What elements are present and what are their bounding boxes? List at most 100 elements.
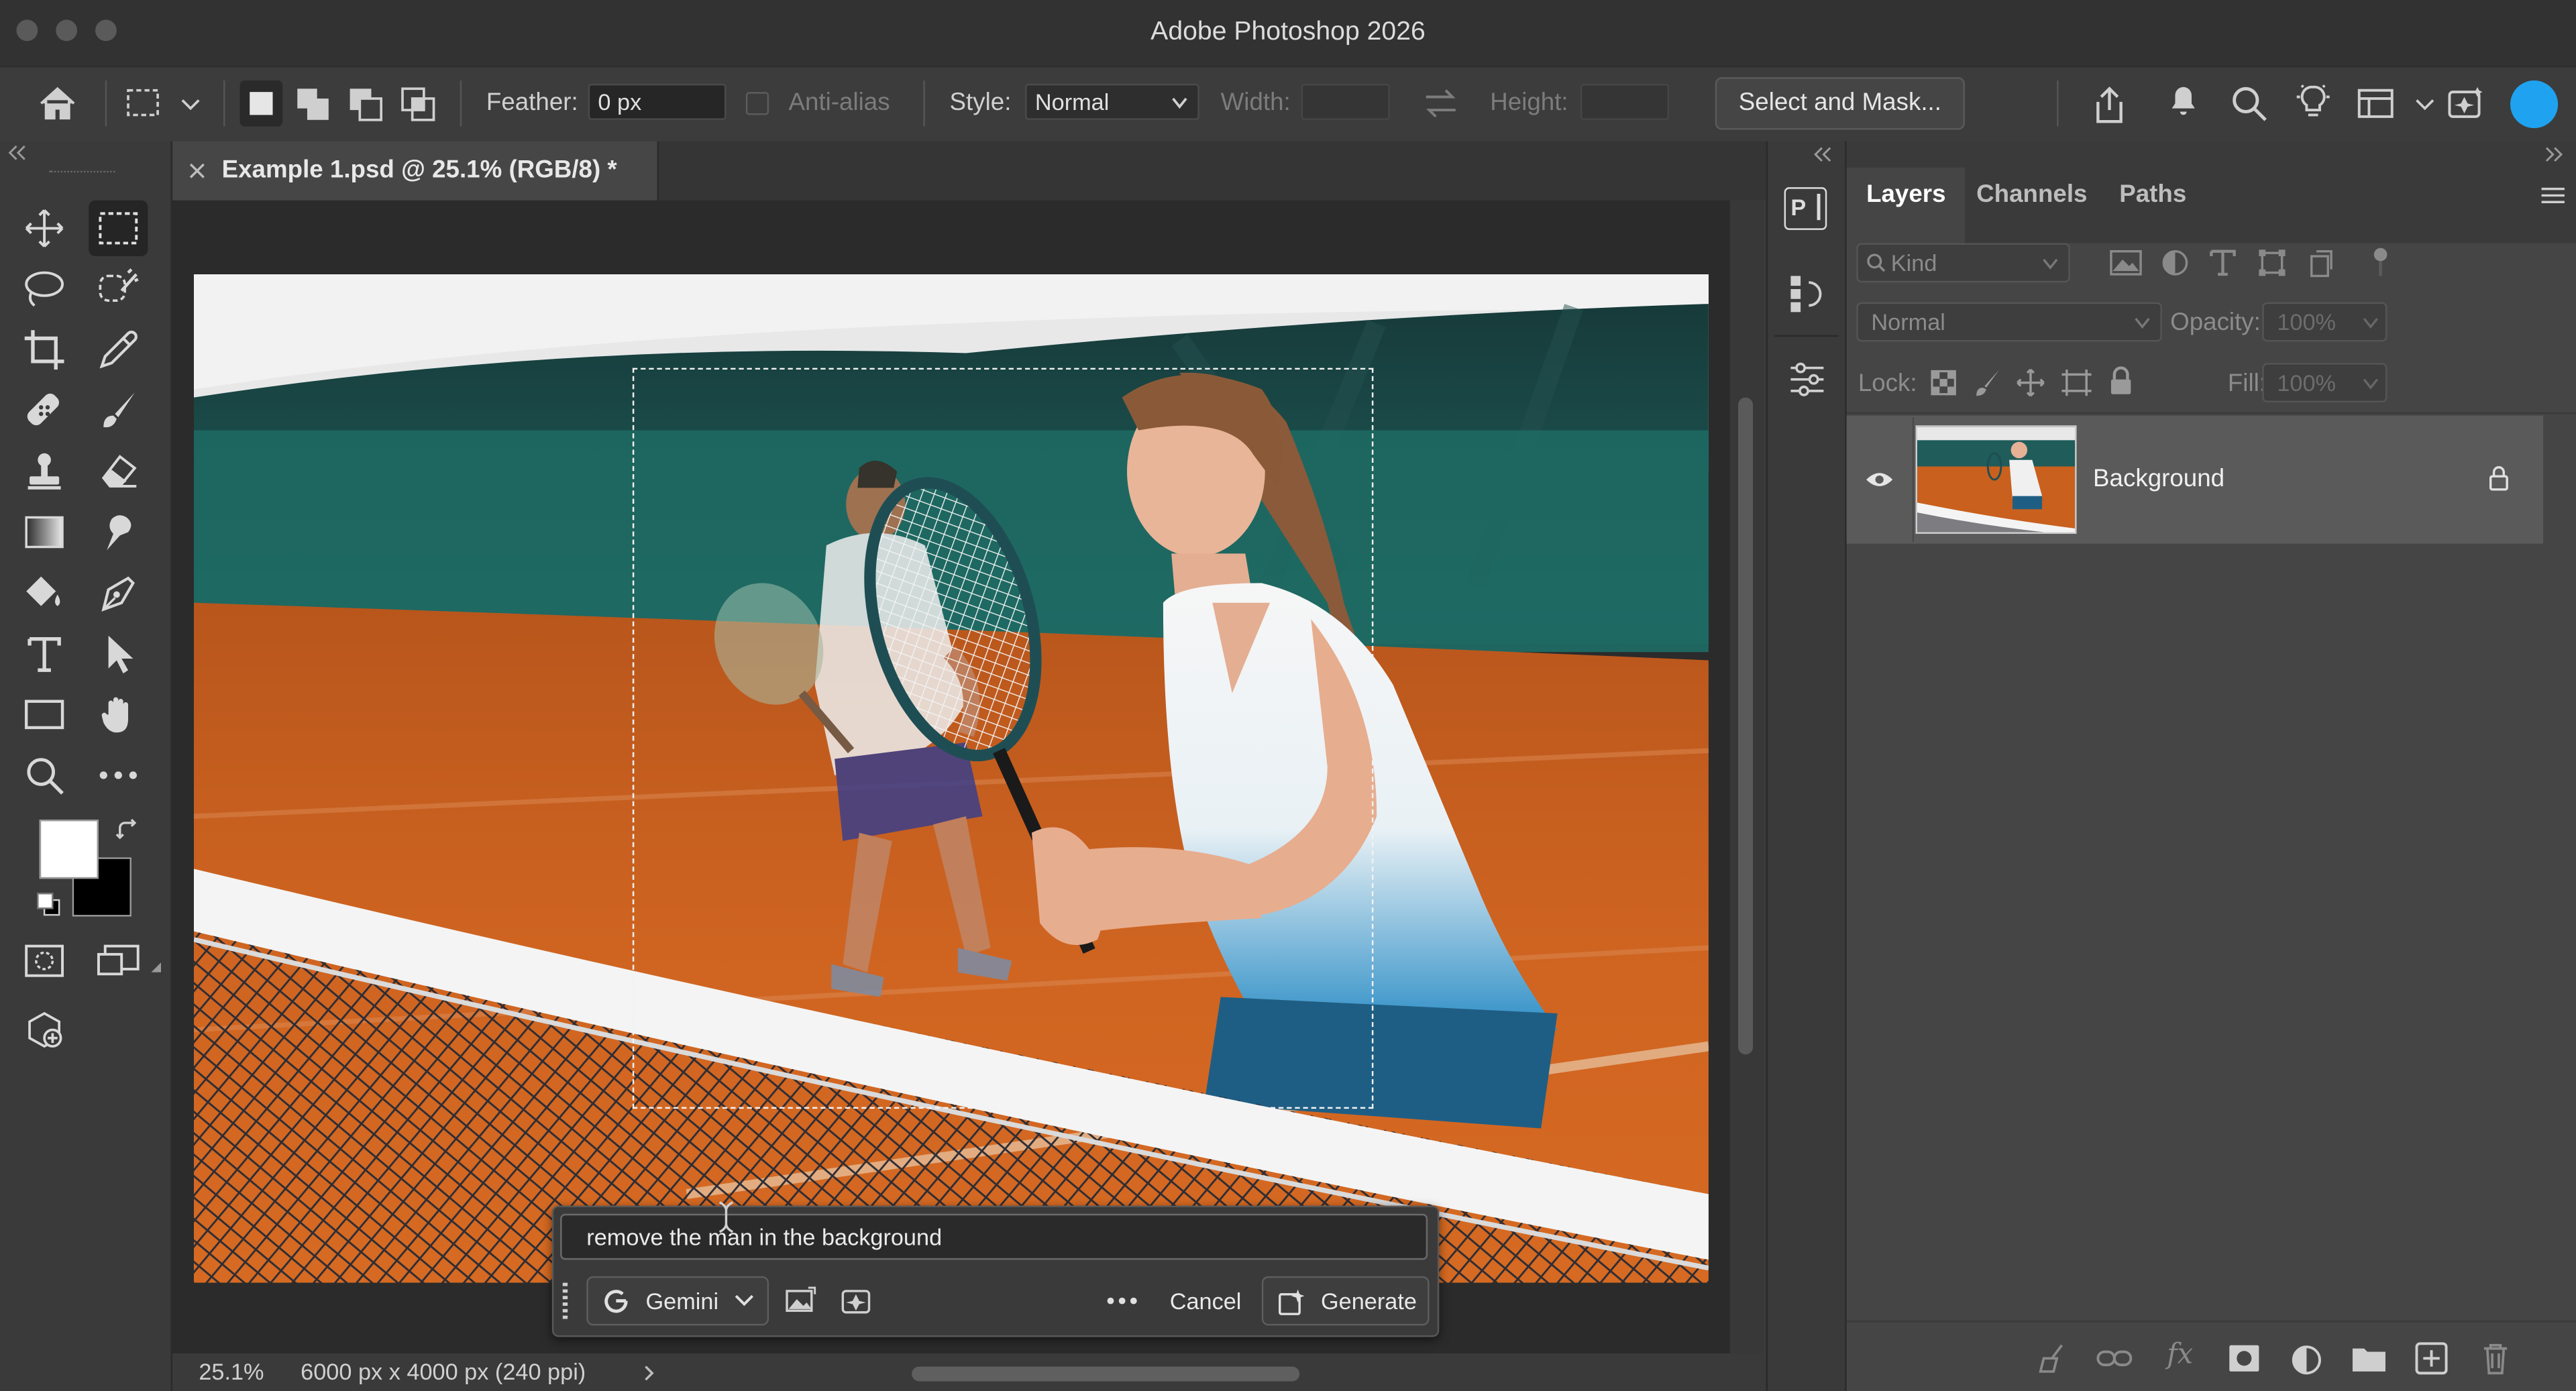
- subtract-from-selection-icon[interactable]: [348, 87, 384, 123]
- new-group-folder-icon[interactable]: [2351, 1343, 2387, 1373]
- chevron-down-icon[interactable]: [2415, 97, 2434, 113]
- home-icon[interactable]: [36, 84, 79, 123]
- share-icon[interactable]: [2090, 84, 2129, 127]
- properties-panel-icon[interactable]: P: [1784, 187, 1827, 230]
- style-select[interactable]: Normal: [1025, 83, 1199, 120]
- anti-alias-checkbox[interactable]: [745, 92, 769, 115]
- hand-tool[interactable]: [89, 687, 148, 742]
- drag-handle-icon[interactable]: [560, 1280, 570, 1323]
- link-icon[interactable]: [2096, 1347, 2133, 1370]
- new-layer-icon[interactable]: [2415, 1342, 2448, 1375]
- quick-mask-button[interactable]: [15, 933, 74, 989]
- fx-icon[interactable]: fx: [2167, 1339, 2193, 1372]
- chevron-down-icon[interactable]: [180, 97, 200, 113]
- move-tool[interactable]: [15, 201, 74, 256]
- brush-tool[interactable]: [89, 383, 148, 439]
- document-tab[interactable]: Example 1.psd @ 25.1% (RGB/8) *: [172, 141, 659, 201]
- lock-transparent-pixels-icon[interactable]: [1931, 370, 1957, 396]
- collapse-panel-icon[interactable]: [1812, 146, 1835, 162]
- path-selection-tool[interactable]: [89, 626, 148, 681]
- generative-variations-icon[interactable]: [838, 1284, 874, 1317]
- eyedropper-tool[interactable]: [89, 322, 148, 378]
- history-panel-icon[interactable]: [1788, 273, 1827, 316]
- tab-paths[interactable]: Paths: [2119, 180, 2186, 209]
- more-tools-button[interactable]: [89, 747, 148, 803]
- workspace-icon[interactable]: [2356, 85, 2396, 121]
- marquee-selection[interactable]: [632, 368, 1374, 1109]
- screen-mode-button[interactable]: [89, 933, 148, 989]
- blend-mode-select[interactable]: Normal: [1856, 302, 2162, 342]
- foreground-color-swatch[interactable]: [39, 820, 99, 879]
- pen-tool[interactable]: [89, 565, 148, 620]
- tab-channels[interactable]: Channels: [1976, 180, 2087, 209]
- lock-artboard-icon[interactable]: [2060, 368, 2093, 398]
- vertical-scroll-thumb[interactable]: [1738, 397, 1754, 1055]
- reference-image-icon[interactable]: [784, 1286, 816, 1316]
- crop-tool[interactable]: [15, 322, 74, 378]
- collapse-panel-icon[interactable]: [7, 145, 30, 161]
- bell-icon[interactable]: [2165, 80, 2202, 120]
- lock-all-icon[interactable]: [2108, 366, 2134, 396]
- edit-toolbar-button[interactable]: [15, 1002, 74, 1058]
- filter-adjustment-icon[interactable]: [2160, 248, 2190, 278]
- healing-brush-tool[interactable]: [15, 383, 74, 439]
- prompt-input[interactable]: remove the man in the background: [560, 1213, 1428, 1260]
- smudge-tool[interactable]: [89, 504, 148, 560]
- opacity-input[interactable]: 100%: [2262, 302, 2387, 342]
- cancel-button[interactable]: Cancel: [1170, 1288, 1242, 1314]
- intersect-selection-icon[interactable]: [401, 87, 437, 123]
- rectangular-marquee-tool[interactable]: [89, 200, 148, 257]
- layer-row-background[interactable]: Background: [1846, 415, 2544, 544]
- zoom-tool[interactable]: [15, 747, 74, 803]
- lock-position-icon[interactable]: [2016, 368, 2045, 398]
- adjustments-panel-icon[interactable]: [1788, 361, 1827, 398]
- filter-smart-object-icon[interactable]: [2306, 248, 2336, 278]
- generative-fill-icon[interactable]: [2445, 84, 2487, 123]
- clone-stamp-tool[interactable]: [15, 443, 74, 499]
- filter-shape-icon[interactable]: [2257, 248, 2287, 278]
- fill-input[interactable]: 100%: [2262, 363, 2387, 403]
- panel-menu-icon[interactable]: [2540, 186, 2566, 205]
- close-icon[interactable]: [189, 162, 205, 178]
- generate-button[interactable]: Generate: [1261, 1276, 1430, 1326]
- avatar[interactable]: [2510, 80, 2559, 129]
- lock-image-pixels-icon[interactable]: [1973, 368, 2002, 398]
- rectangle-tool[interactable]: [15, 687, 74, 742]
- vertical-scrollbar[interactable]: [1729, 200, 1763, 1353]
- type-tool[interactable]: [15, 626, 74, 681]
- swap-colors-icon[interactable]: [115, 818, 141, 844]
- filter-type-icon[interactable]: [2208, 248, 2237, 278]
- trash-icon[interactable]: [2481, 1342, 2510, 1375]
- width-input[interactable]: [1301, 83, 1390, 120]
- zoom-level[interactable]: 25.1%: [199, 1358, 264, 1384]
- eye-icon[interactable]: [1865, 469, 1894, 489]
- chevron-right-icon[interactable]: [643, 1365, 656, 1381]
- new-adjustment-layer-icon[interactable]: [2290, 1343, 2323, 1376]
- layer-filter-select[interactable]: Kind: [1856, 243, 2070, 283]
- link-layers-broom-icon[interactable]: [2037, 1343, 2067, 1373]
- object-selection-tool[interactable]: [89, 261, 148, 317]
- document-canvas[interactable]: [193, 274, 1709, 1283]
- select-and-mask-button[interactable]: Select and Mask...: [1715, 77, 1966, 130]
- filter-toggle-icon[interactable]: [2369, 246, 2392, 279]
- gradient-tool[interactable]: [15, 504, 74, 560]
- model-select[interactable]: Gemini: [586, 1276, 769, 1326]
- swap-width-height-icon[interactable]: [1423, 87, 1459, 120]
- layer-name[interactable]: Background: [2093, 465, 2224, 493]
- more-options-icon[interactable]: [1106, 1296, 1138, 1306]
- height-input[interactable]: [1580, 83, 1670, 120]
- feather-input[interactable]: 0 px: [588, 83, 727, 120]
- search-icon[interactable]: [2229, 84, 2269, 123]
- marquee-preset-icon[interactable]: [125, 87, 161, 120]
- paint-bucket-tool[interactable]: [15, 565, 74, 620]
- horizontal-scroll-thumb[interactable]: [912, 1366, 1300, 1382]
- filter-pixel-icon[interactable]: [2110, 249, 2143, 276]
- tab-layers[interactable]: Layers: [1866, 180, 1945, 209]
- lasso-tool[interactable]: [15, 261, 74, 317]
- expand-panel-icon[interactable]: [2543, 146, 2566, 162]
- add-to-selection-icon[interactable]: [296, 87, 332, 123]
- new-selection-button[interactable]: [239, 80, 283, 127]
- default-colors-icon[interactable]: [36, 892, 62, 918]
- discover-lightbulb-icon[interactable]: [2294, 80, 2333, 123]
- eraser-tool[interactable]: [89, 443, 148, 499]
